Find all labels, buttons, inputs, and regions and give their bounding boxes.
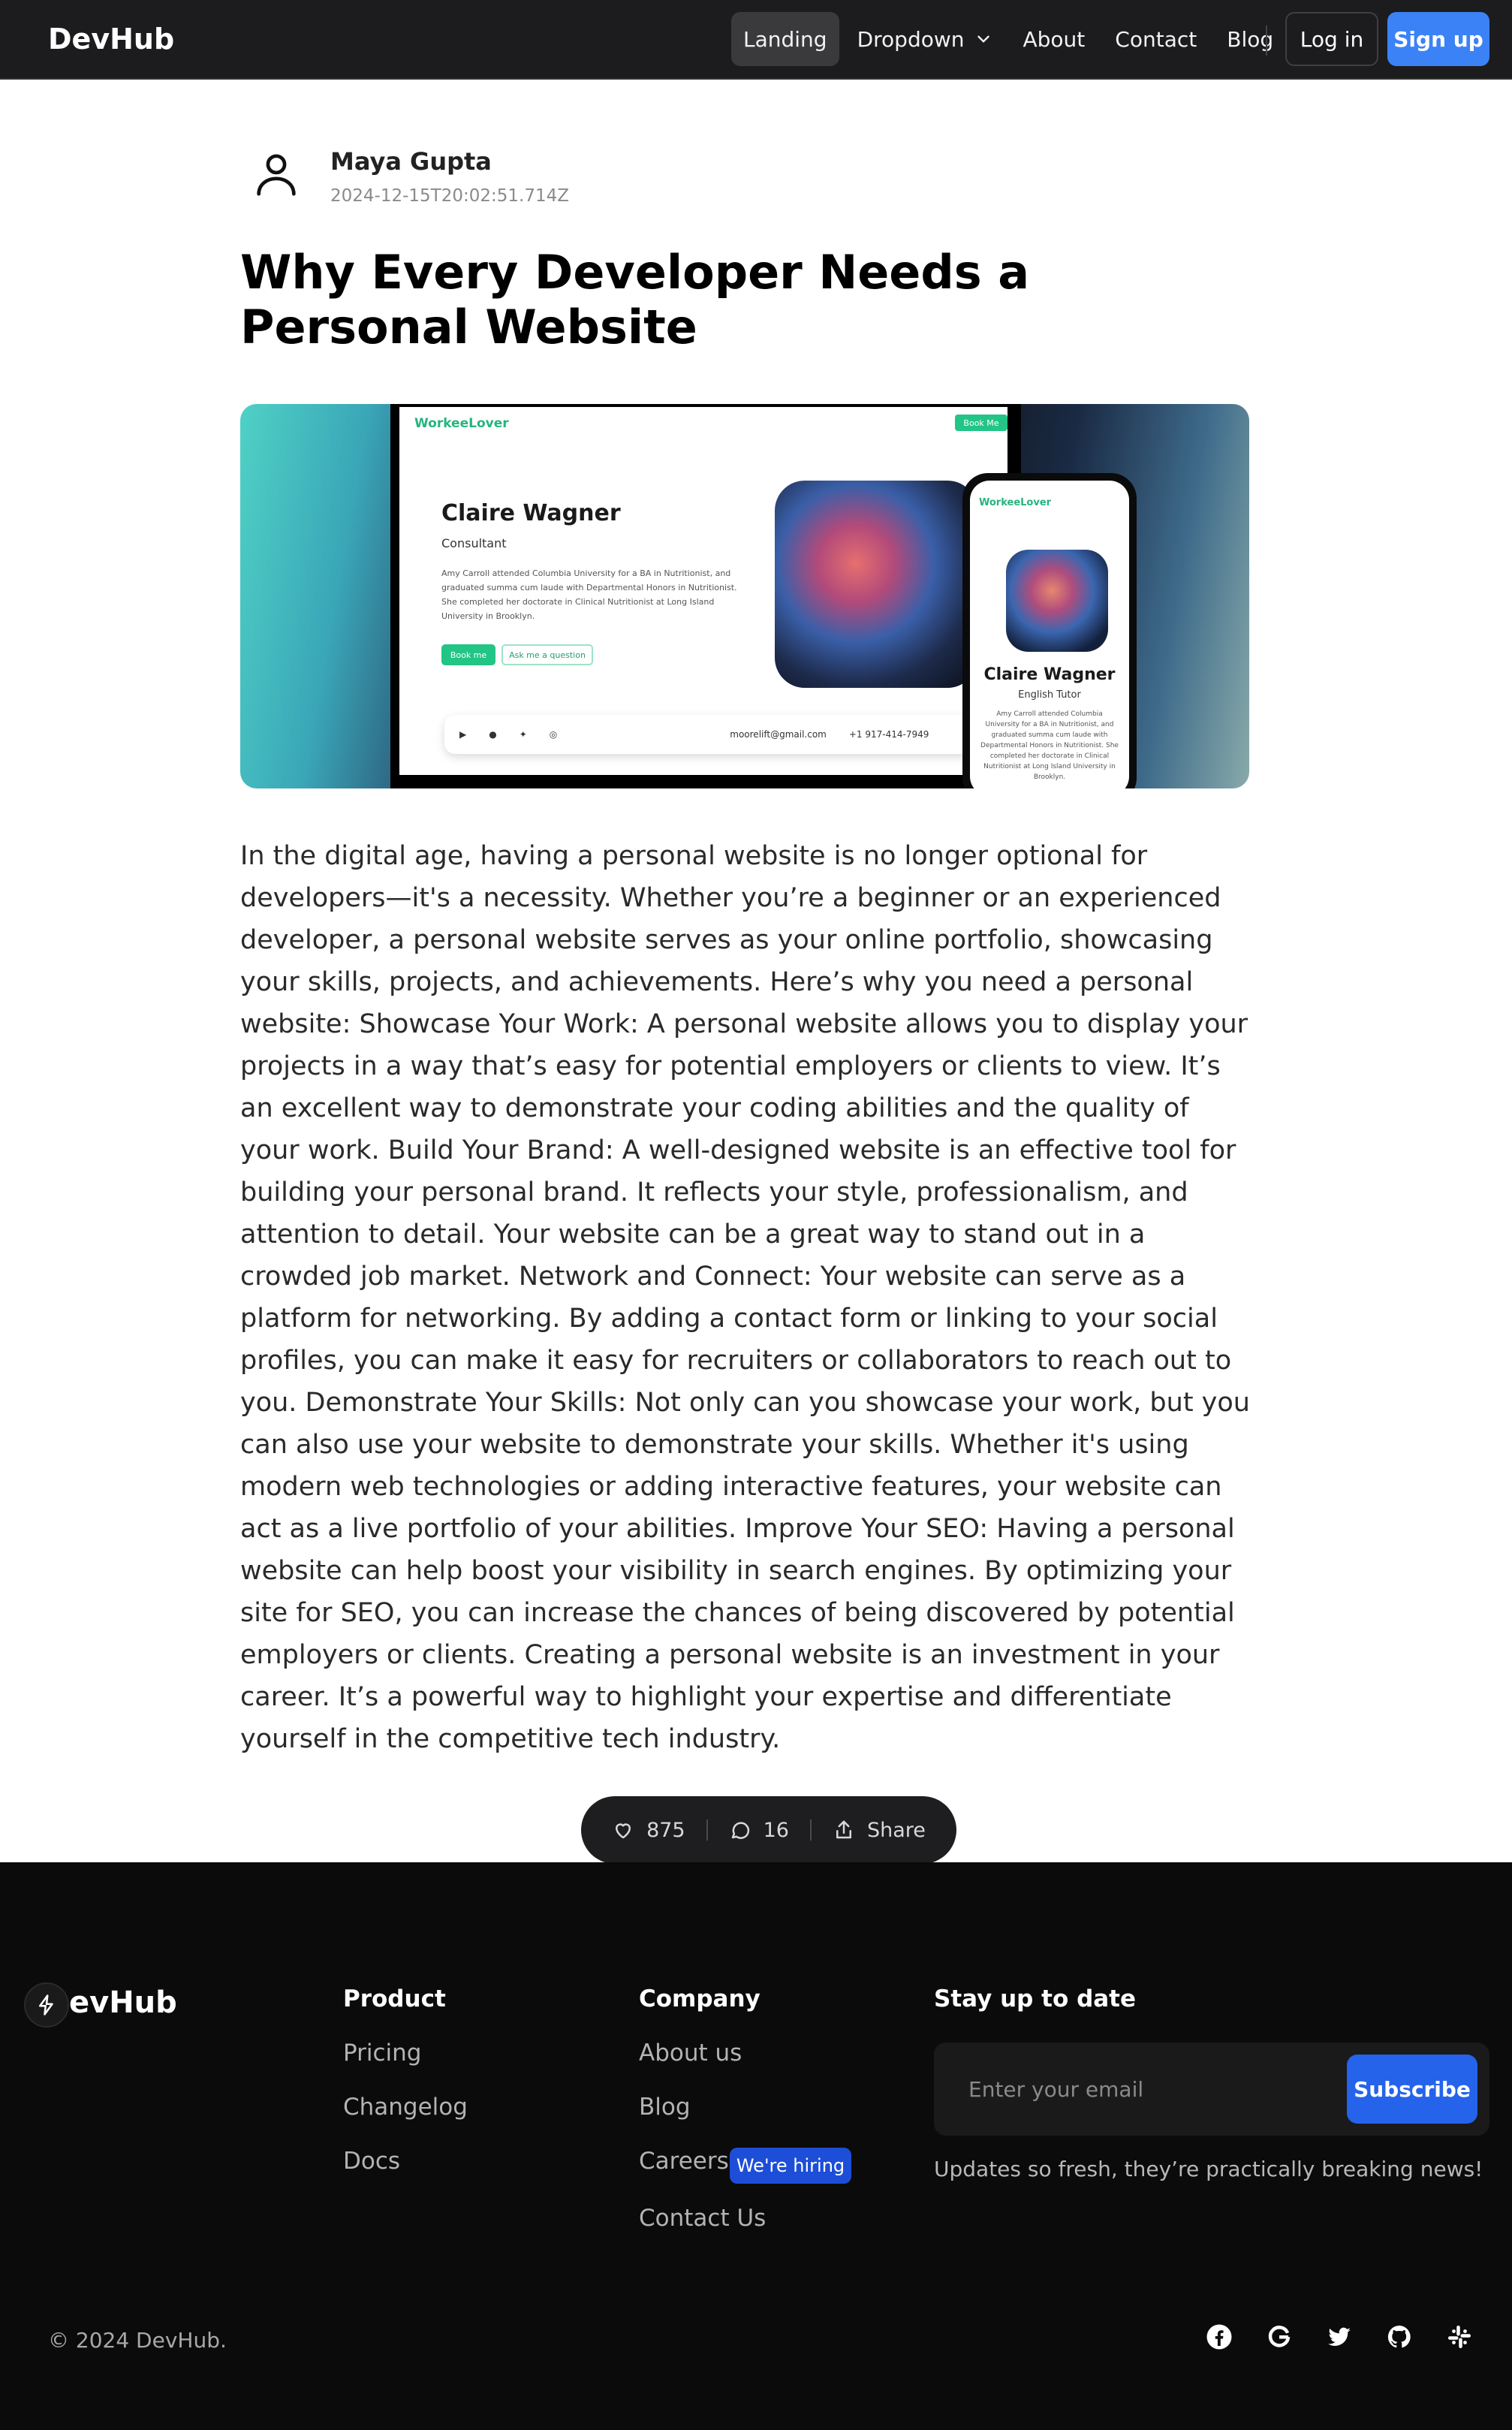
like-button[interactable]: 875 (591, 1819, 706, 1842)
laptop-screen: WorkeeLover Book Me Claire Wagner Consul… (399, 407, 1007, 775)
comment-icon (731, 1822, 749, 1839)
login-button[interactable]: Log in (1285, 12, 1378, 66)
nav-link-label: Contact (1115, 26, 1197, 52)
twitter-icon[interactable] (1324, 2322, 1354, 2352)
post-body: In the digital age, having a personal we… (240, 841, 1250, 1754)
facebook-icon: ● (489, 729, 497, 740)
mockup-phone: +1 917-414-7949 (848, 729, 929, 740)
nav-link-landing[interactable]: Landing (731, 12, 839, 66)
facebook-icon[interactable] (1204, 2322, 1234, 2352)
author-name[interactable]: Maya Gupta (330, 147, 492, 176)
phone-logo: WorkeeLover (979, 497, 1052, 508)
nav-divider (1266, 26, 1267, 56)
share-button[interactable]: Share (812, 1819, 947, 1842)
footer-link-pricing[interactable]: Pricing (343, 2040, 422, 2067)
google-icon[interactable] (1264, 2322, 1294, 2352)
mockup-logo: WorkeeLover (414, 416, 509, 431)
mockup-ask-button: Ask me a question (501, 644, 593, 665)
footer: evHub Product Pricing Changelog Docs Com… (0, 1862, 1512, 2430)
mockup-portrait (775, 481, 977, 688)
user-icon (257, 154, 296, 196)
footer-logo-mark[interactable] (24, 1982, 69, 2028)
phone-screen: WorkeeLover Claire Wagner English Tutor … (970, 481, 1129, 788)
footer-link-docs[interactable]: Docs (343, 2148, 400, 2175)
footer-link-about[interactable]: About us (639, 2040, 742, 2067)
post-action-bar: 875 16 Share (581, 1796, 956, 1864)
twitter-icon: ✦ (519, 729, 527, 740)
footer-link-careers[interactable]: Careers (639, 2148, 729, 2175)
chevron-down-icon (977, 35, 989, 43)
avatar (240, 138, 312, 210)
post-date: 2024-12-15T20:02:51.714Z (330, 186, 569, 206)
like-count: 875 (646, 1818, 685, 1842)
nav-link-label: Dropdown (857, 26, 965, 52)
github-icon[interactable] (1384, 2322, 1414, 2352)
brand-logo[interactable]: DevHub (48, 23, 174, 56)
nav-link-contact[interactable]: Contact (1103, 12, 1209, 66)
share-icon (836, 1820, 851, 1839)
newsletter-note: Updates so fresh, they’re practically br… (934, 2157, 1483, 2181)
newsletter-title: Stay up to date (934, 1985, 1137, 2012)
subscribe-button[interactable]: Subscribe (1347, 2055, 1477, 2124)
slack-icon[interactable] (1444, 2322, 1474, 2352)
comment-count: 16 (763, 1818, 789, 1842)
email-input[interactable] (949, 2061, 1339, 2118)
youtube-icon: ▶ (459, 729, 467, 740)
top-navbar: DevHub Landing Dropdown About Contact Bl… (0, 0, 1512, 80)
post-title: Why Every Developer Needs a Personal Web… (240, 245, 1030, 354)
newsletter-form: Subscribe (934, 2043, 1489, 2136)
copyright: © 2024 DevHub. (48, 2328, 227, 2353)
mockup-bio: Amy Carroll attended Columbia University… (441, 568, 737, 621)
mockup-email: moorelift@gmail.com (730, 729, 827, 740)
comment-button[interactable]: 16 (708, 1819, 810, 1842)
hiring-badge[interactable]: We're hiring (730, 2148, 851, 2184)
nav-link-label: About (1023, 26, 1086, 52)
mockup-book-button: Book me (441, 644, 495, 665)
footer-link-contact[interactable]: Contact Us (639, 2205, 766, 2232)
mockup-contact-bar: ▶ ● ✦ ◎ moorelift@gmail.com +1 917-414-7… (444, 715, 985, 754)
hero-image: WorkeeLover Book Me Claire Wagner Consul… (240, 404, 1249, 788)
footer-company-title: Company (639, 1985, 761, 2012)
mockup-name: Claire Wagner (441, 500, 621, 526)
nav-link-label: Landing (743, 26, 827, 52)
share-label: Share (866, 1818, 926, 1842)
signup-button[interactable]: Sign up (1387, 12, 1489, 66)
footer-brand[interactable]: evHub (69, 1985, 177, 2020)
mockup-role: Consultant (441, 536, 507, 550)
heart-icon (616, 1823, 631, 1839)
phone-role: English Tutor (1018, 689, 1081, 701)
phone-name: Claire Wagner (983, 665, 1116, 684)
nav-link-about[interactable]: About (1011, 12, 1098, 66)
nav-link-blog[interactable]: Blog (1215, 12, 1285, 66)
footer-link-blog[interactable]: Blog (639, 2094, 691, 2121)
nav-dropdown[interactable]: Dropdown (845, 12, 1005, 66)
lightning-icon (39, 1994, 53, 2015)
phone-bio: Amy Carroll attended Columbia University… (980, 710, 1119, 781)
footer-product-title: Product (343, 1985, 446, 2012)
laptop-mockup: WorkeeLover Book Me Claire Wagner Consul… (390, 404, 1021, 788)
mockup-book-me-button: Book Me (955, 415, 1007, 431)
phone-portrait (1006, 550, 1108, 652)
instagram-icon: ◎ (549, 729, 558, 740)
nav-links: Landing Dropdown About Contact Blog (731, 12, 1291, 66)
footer-link-changelog[interactable]: Changelog (343, 2094, 468, 2121)
phone-mockup: WorkeeLover Claire Wagner English Tutor … (962, 473, 1137, 788)
